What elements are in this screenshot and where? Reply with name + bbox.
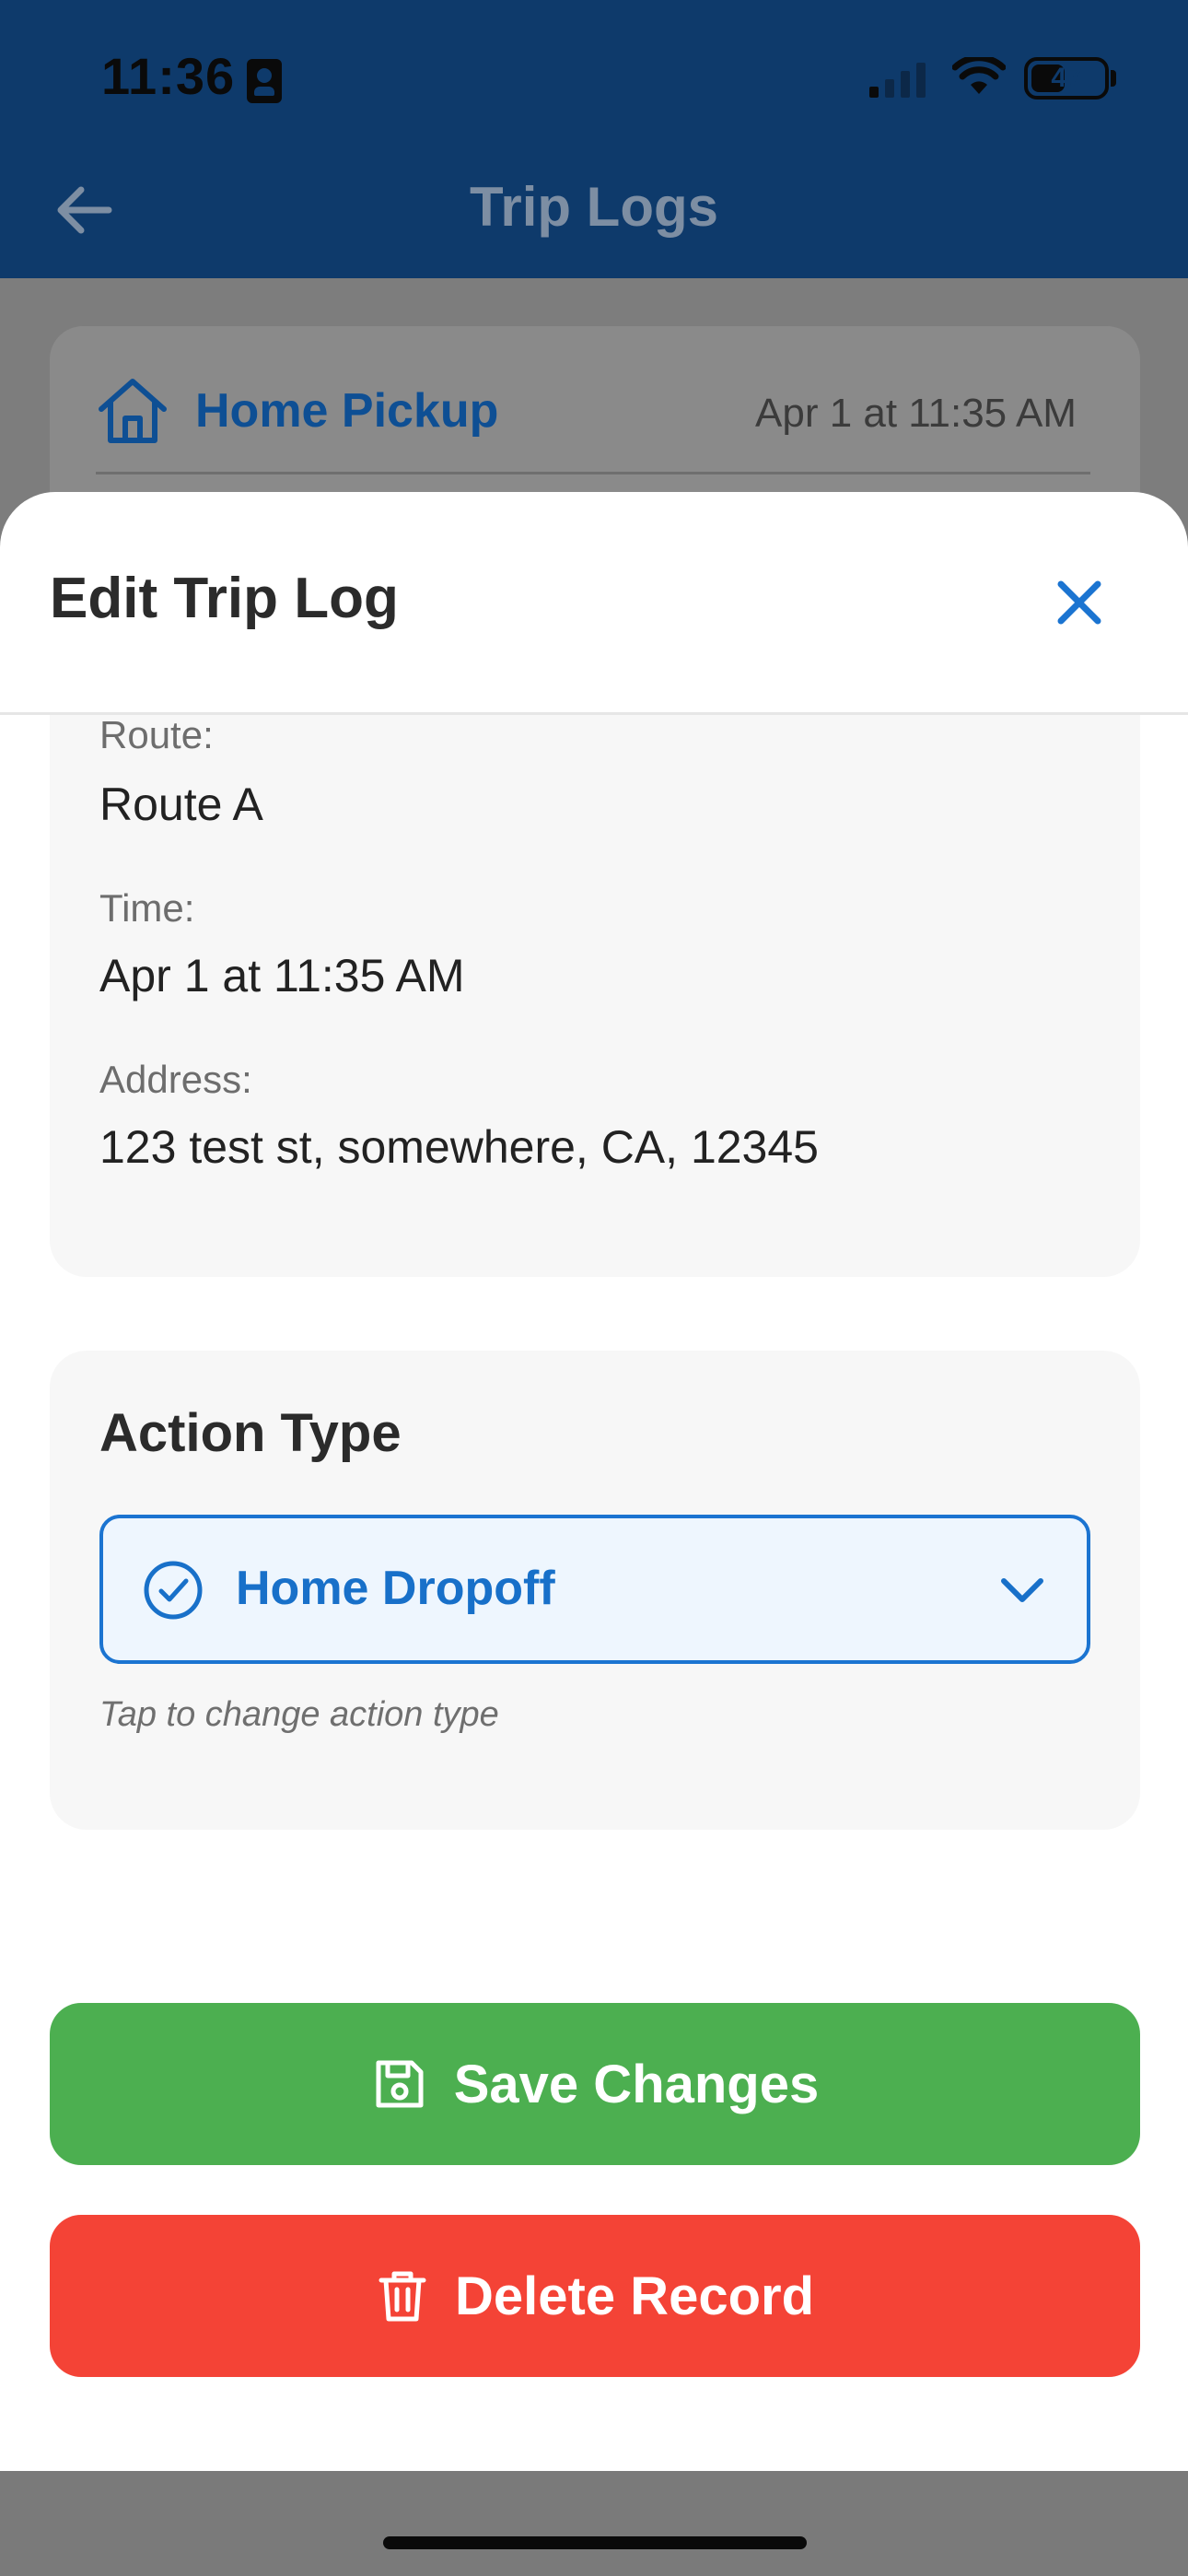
battery-icon: 47 [1024, 57, 1109, 100]
home-icon [99, 379, 167, 443]
delete-record-label: Delete Record [454, 2266, 815, 2326]
trash-icon [379, 2271, 426, 2322]
divider [96, 472, 1090, 474]
trip-log-card-title: Home Pickup [195, 384, 499, 438]
route-label: Route: [99, 713, 214, 756]
save-icon [376, 2060, 424, 2108]
id-badge-icon [247, 59, 282, 103]
route-value: Route A [99, 779, 263, 830]
battery-nub [1111, 70, 1116, 87]
close-icon[interactable] [1046, 569, 1112, 636]
time-label: Time: [99, 886, 195, 930]
action-type-selected-value: Home Dropoff [236, 1562, 555, 1615]
save-changes-button[interactable]: Save Changes [50, 2003, 1140, 2165]
wifi-icon [952, 57, 1006, 94]
cellular-signal-icon [869, 63, 926, 98]
chevron-down-icon [1001, 1578, 1043, 1602]
save-changes-label: Save Changes [453, 2054, 820, 2114]
delete-record-button[interactable]: Delete Record [50, 2215, 1140, 2377]
address-value: 123 test st, somewhere, CA, 12345 [99, 1121, 819, 1173]
battery-level: 47 [1051, 63, 1082, 93]
home-indicator[interactable] [383, 2536, 807, 2549]
time-value: Apr 1 at 11:35 AM [99, 950, 465, 1001]
address-label: Address: [99, 1058, 252, 1101]
status-time: 11:36 [101, 47, 236, 105]
sheet-title: Edit Trip Log [50, 567, 399, 630]
bottom-safe-area [0, 2471, 1188, 2576]
trip-log-card-timestamp: Apr 1 at 11:35 AM [755, 391, 1077, 436]
page-title: Trip Logs [470, 176, 718, 238]
action-type-heading: Action Type [99, 1403, 402, 1463]
action-type-helper-text: Tap to change action type [99, 1695, 499, 1734]
check-circle-icon [144, 1561, 203, 1620]
